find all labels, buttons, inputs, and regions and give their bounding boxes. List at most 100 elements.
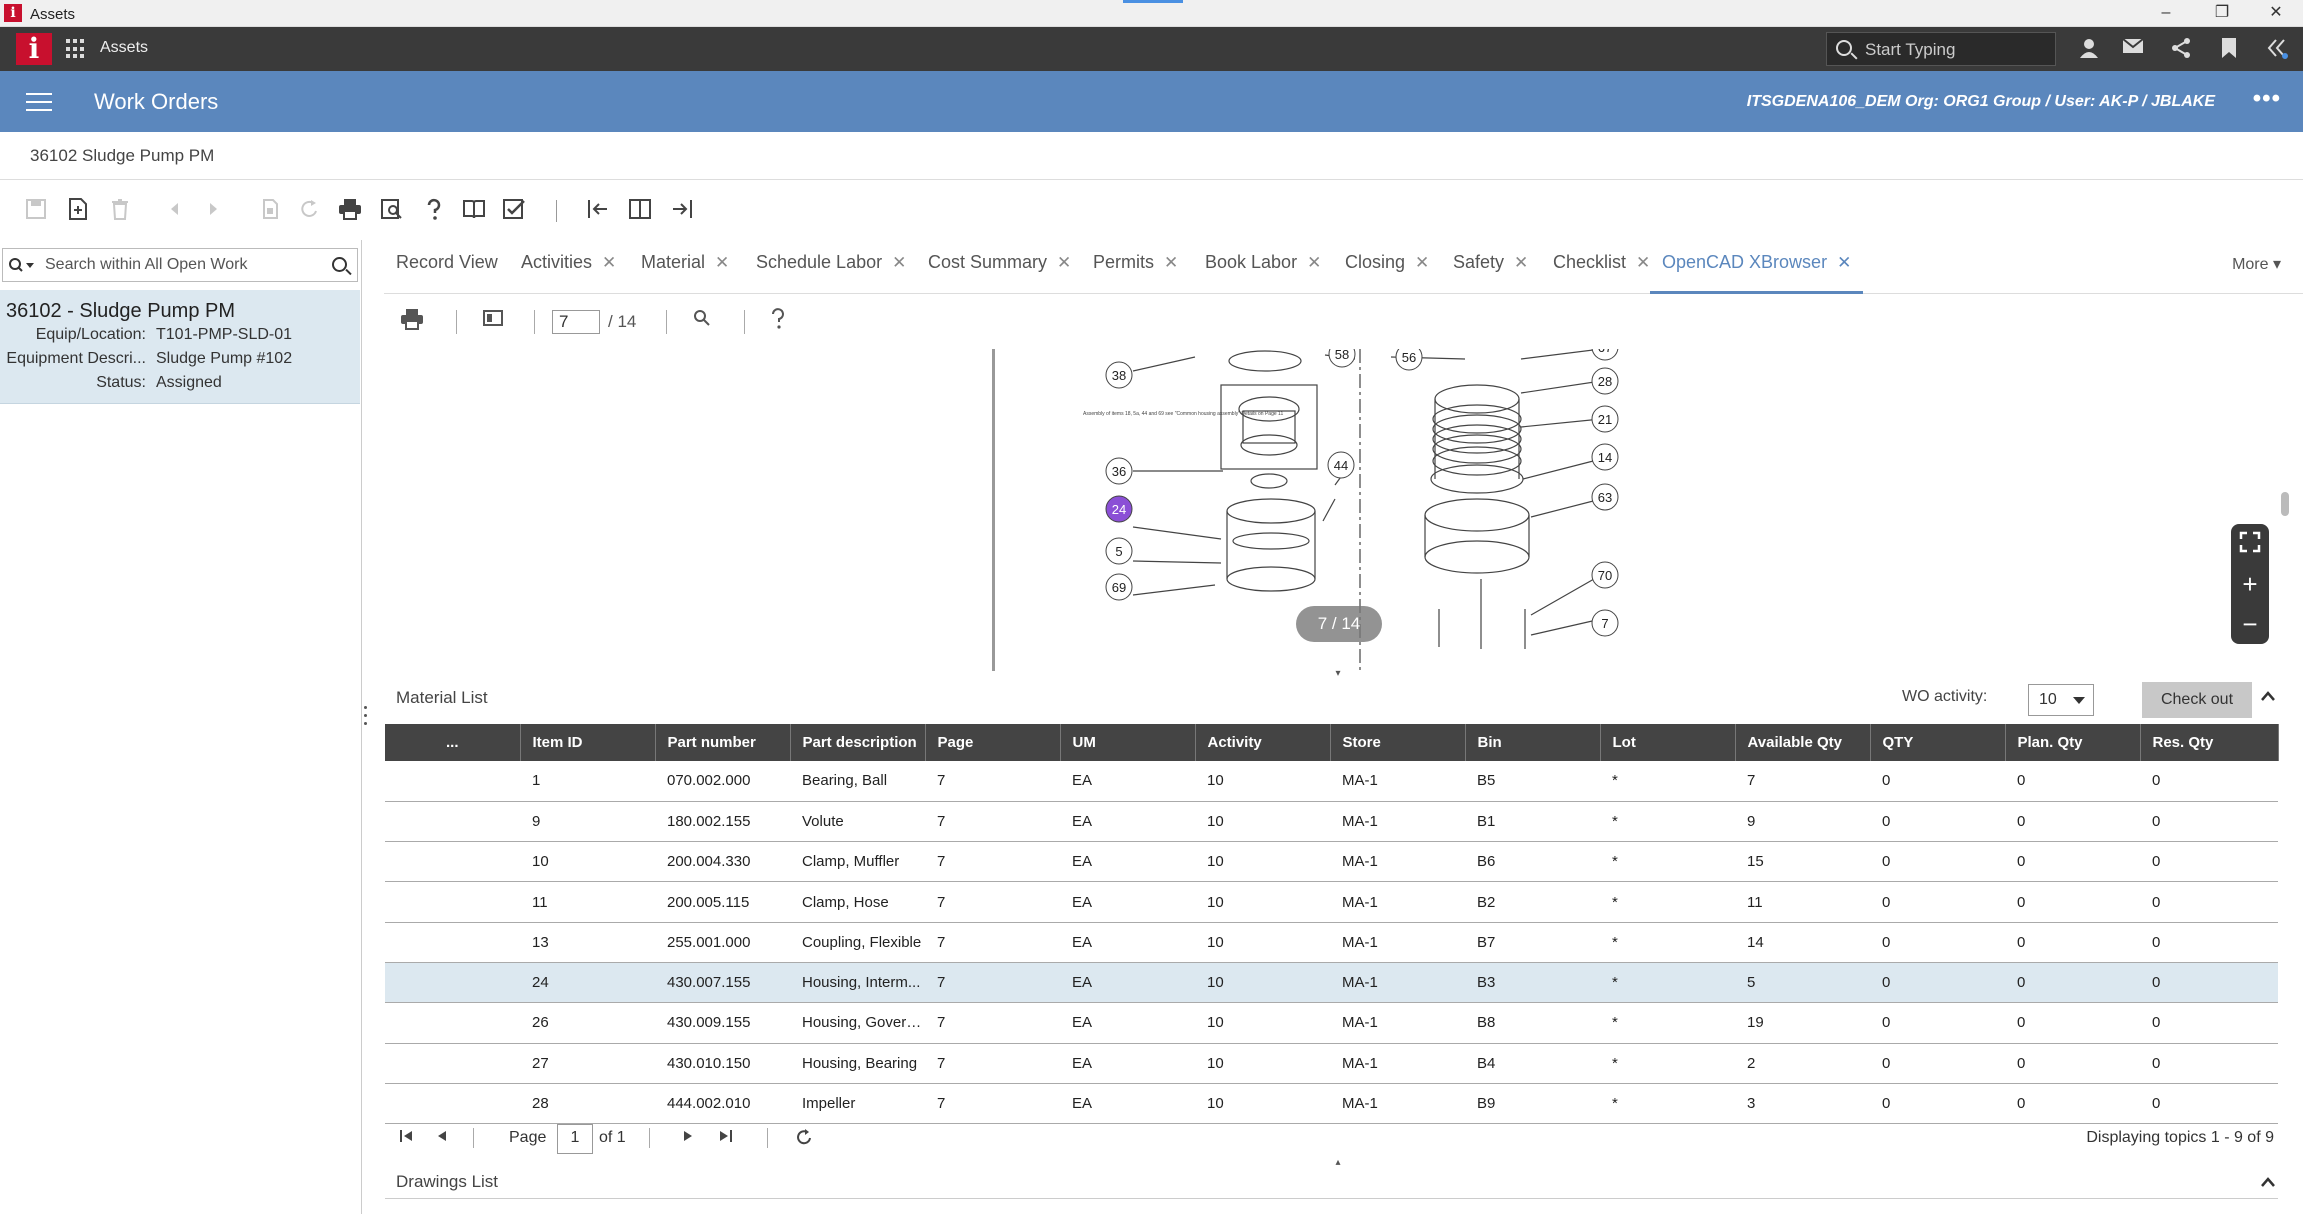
close-tab-icon[interactable]: ✕ (715, 253, 729, 272)
zoom-out-icon[interactable]: − (2231, 604, 2269, 644)
viewer-scrollbar[interactable] (2281, 492, 2289, 516)
split-view-icon[interactable] (626, 198, 654, 226)
close-tab-icon[interactable]: ✕ (1307, 253, 1321, 272)
close-tab-icon[interactable]: ✕ (1636, 253, 1650, 272)
material-collapse-handle[interactable]: ▴ (1311, 1158, 1365, 1168)
tab-checklist[interactable]: Checklist ✕ (1553, 244, 1650, 294)
close-tab-icon[interactable]: ✕ (1415, 253, 1429, 272)
tab-closing[interactable]: Closing ✕ (1345, 244, 1429, 294)
copy-record-icon[interactable] (256, 198, 284, 226)
table-row[interactable]: 1 070.002.000 Bearing, Ball 7 EA 10 MA-1 B5 * 7 0 0… (385, 761, 2278, 802)
brand-logo-icon[interactable]: i (16, 33, 52, 65)
column-header[interactable]: Bin (1465, 724, 1601, 761)
header-more-icon[interactable]: ••• (2253, 85, 2281, 113)
tab-cost-summary[interactable]: Cost Summary ✕ (928, 244, 1071, 294)
close-tab-icon[interactable]: ✕ (1057, 253, 1071, 272)
tab-safety[interactable]: Safety ✕ (1453, 244, 1528, 294)
help-icon[interactable] (420, 198, 448, 226)
column-header[interactable]: QTY (1870, 724, 2006, 761)
tab-schedule-labor[interactable]: Schedule Labor ✕ (756, 244, 906, 294)
last-panel-icon[interactable] (668, 198, 696, 226)
close-window-button[interactable]: ✕ (2250, 0, 2302, 27)
table-row[interactable]: 9 180.002.155 Volute 7 EA 10 MA-1 B1 * 9 0 0 0 (385, 801, 2278, 843)
next-page-icon[interactable] (681, 1128, 695, 1149)
close-tab-icon[interactable]: ✕ (892, 253, 906, 272)
column-header[interactable]: Page (925, 724, 1061, 761)
save-icon[interactable] (22, 198, 50, 226)
collapse-drawings-list-icon[interactable] (2260, 1172, 2276, 1193)
table-row[interactable]: 27 430.010.150 Housing, Bearing 7 EA 10 MA-1 B4… (385, 1043, 2278, 1084)
column-header[interactable]: Activity (1195, 724, 1331, 761)
column-header[interactable]: Available Qty (1735, 724, 1871, 761)
bookmark-icon[interactable] (2216, 37, 2242, 61)
first-panel-icon[interactable] (584, 198, 612, 226)
find-icon[interactable] (692, 308, 712, 334)
tab-record-view[interactable]: Record View (396, 244, 498, 294)
filter-dropdown-icon[interactable] (9, 258, 37, 277)
wo-activity-select[interactable]: 10 (2028, 684, 2094, 716)
column-header[interactable]: Item ID (520, 724, 656, 761)
user-icon[interactable] (2076, 37, 2102, 61)
record-search[interactable] (2, 248, 358, 282)
app-launcher-icon[interactable] (66, 39, 88, 59)
record-search-input[interactable] (45, 255, 315, 275)
documentation-icon[interactable] (460, 198, 488, 226)
table-row[interactable]: 13 255.001.000 Coupling, Flexible 7 EA 10 MA-1… (385, 922, 2278, 963)
global-search-input[interactable] (1865, 39, 2045, 61)
delete-icon[interactable] (106, 198, 134, 226)
search-icon[interactable] (332, 257, 347, 272)
tab-material[interactable]: Material ✕ (641, 244, 729, 294)
viewer-page-input[interactable] (552, 310, 600, 334)
column-header[interactable]: UM (1060, 724, 1196, 761)
column-header[interactable]: Part description (790, 724, 926, 761)
column-header[interactable]: Part number (655, 724, 791, 761)
last-page-icon[interactable] (717, 1128, 733, 1149)
more-tabs-menu[interactable]: More ▾ (2232, 254, 2281, 274)
close-tab-icon[interactable]: ✕ (602, 253, 616, 272)
tab-opencad-xbrowser[interactable]: OpenCAD XBrowser ✕ (1650, 244, 1864, 294)
collapse-material-list-icon[interactable] (2260, 686, 2276, 707)
check-out-button[interactable]: Check out (2142, 682, 2252, 718)
close-tab-icon[interactable]: ✕ (1514, 253, 1528, 272)
minimize-button[interactable]: – (2140, 0, 2192, 27)
viewer-collapse-handle[interactable]: ▾ (1311, 669, 1365, 679)
new-record-icon[interactable] (64, 198, 92, 226)
previous-page-icon[interactable] (435, 1128, 449, 1149)
column-header[interactable]: Lot (1600, 724, 1736, 761)
fullscreen-icon[interactable] (2231, 524, 2269, 564)
table-row[interactable]: 10 200.004.330 Clamp, Muffler 7 EA 10 MA-1 B6 * 1… (385, 841, 2278, 883)
table-row[interactable]: 26 430.009.155 Housing, Governor 7 EA 10 MA-1 B… (385, 1002, 2278, 1044)
column-header[interactable]: Res. Qty (2140, 724, 2279, 761)
column-header[interactable]: ... (385, 724, 521, 761)
collapse-icon[interactable] (2264, 37, 2290, 61)
record-card[interactable]: 36102 - Sludge Pump PM Equip/Location: T… (0, 290, 360, 404)
restore-button[interactable]: ❐ (2196, 0, 2248, 27)
previous-record-icon[interactable] (160, 198, 188, 226)
sidebar-toggle-icon[interactable] (482, 308, 504, 334)
checklist-icon[interactable] (500, 198, 528, 226)
table-row[interactable]: 28 444.002.010 Impeller 7 EA 10 MA-1 B9 * 3 0 0 0 (385, 1083, 2278, 1125)
menu-icon[interactable] (26, 93, 52, 111)
tab-book-labor[interactable]: Book Labor ✕ (1205, 244, 1321, 294)
mail-icon[interactable] (2120, 37, 2146, 61)
panel-resize-handle[interactable] (364, 706, 370, 736)
print-icon[interactable] (400, 308, 424, 336)
next-record-icon[interactable] (200, 198, 228, 226)
column-header[interactable]: Plan. Qty (2005, 724, 2141, 761)
refresh-icon[interactable] (795, 1128, 813, 1151)
first-page-icon[interactable] (399, 1128, 415, 1149)
column-header[interactable]: Store (1330, 724, 1466, 761)
table-row[interactable]: 24 430.007.155 Housing, Interm... 7 EA 10 MA-1… (385, 962, 2278, 1004)
global-search[interactable] (1826, 32, 2056, 66)
table-row[interactable]: 11 200.005.115 Clamp, Hose 7 EA 10 MA-1 B2 * 11 0 0… (385, 881, 2278, 923)
close-tab-icon[interactable]: ✕ (1164, 253, 1178, 272)
print-preview-icon[interactable] (378, 198, 406, 226)
refresh-icon[interactable] (296, 198, 324, 226)
tab-permits[interactable]: Permits ✕ (1093, 244, 1178, 294)
tab-activities[interactable]: Activities ✕ (521, 244, 616, 294)
share-icon[interactable] (2168, 37, 2194, 61)
print-icon[interactable] (336, 198, 364, 226)
page-number-input[interactable]: 1 (557, 1124, 593, 1154)
help-icon[interactable] (770, 308, 786, 336)
zoom-in-icon[interactable]: + (2231, 564, 2269, 604)
